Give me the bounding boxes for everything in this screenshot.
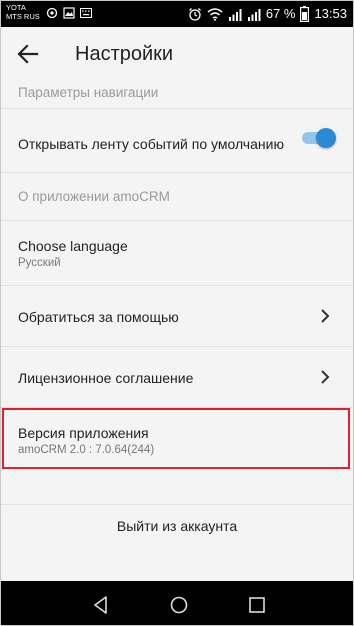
language-value: Русский [18,257,61,269]
choose-language-row[interactable]: Choose language Русский [1,222,353,286]
keyboard-icon [80,8,92,18]
license-row[interactable]: Лицензионное соглашение [1,347,353,408]
help-title: Обратиться за помощью [18,309,179,325]
sync-icon [46,7,58,19]
battery-icon [300,6,310,22]
battery-percent: 67 % [265,6,296,21]
status-right: 67 % 13:53 [188,5,347,23]
app-bar: Настройки [1,27,353,80]
language-title: Choose language [18,238,128,254]
app-version-row[interactable]: Версия приложения amoCRM 2.0 : 7.0.64(24… [1,408,353,469]
wifi-icon [207,8,223,21]
nav-home-icon[interactable] [167,593,191,617]
notification-icons [46,7,92,19]
carrier-info: YOTA MTS RUS [6,3,40,21]
back-arrow-icon[interactable] [15,41,41,67]
app-screen: YOTA MTS RUS 67 % 13:53 Настройки Параме… [0,0,354,626]
logout-button[interactable]: Выйти из аккаунта [1,504,353,548]
system-nav-bar [1,581,353,625]
alarm-icon [188,8,201,21]
version-value: amoCRM 2.0 : 7.0.64(244) [18,444,155,456]
chevron-right-icon [321,370,330,384]
section-header-about: О приложении amoCRM [1,173,353,221]
help-row[interactable]: Обратиться за помощью [1,286,353,347]
image-icon [63,7,75,19]
chevron-right-icon [321,309,330,323]
nav-back-icon[interactable] [89,593,113,617]
open-feed-setting-row[interactable]: Открывать ленту событий по умолчанию [1,109,353,173]
signal-2-icon [247,8,261,21]
carrier-2: MTS RUS [6,12,40,21]
logout-label: Выйти из аккаунта [116,518,238,534]
status-bar: YOTA MTS RUS 67 % 13:53 [1,1,353,27]
open-feed-toggle[interactable] [302,127,336,149]
carrier-1: YOTA [6,3,26,12]
toggle-knob [316,128,336,148]
page-title: Настройки [75,43,174,65]
version-title: Версия приложения [18,425,149,441]
section-header-navigation: Параметры навигации [18,85,159,100]
signal-1-icon [228,8,242,21]
nav-recents-icon[interactable] [245,593,269,617]
open-feed-label: Открывать ленту событий по умолчанию [18,136,284,152]
license-title: Лицензионное соглашение [18,370,194,386]
clock: 13:53 [314,6,347,21]
